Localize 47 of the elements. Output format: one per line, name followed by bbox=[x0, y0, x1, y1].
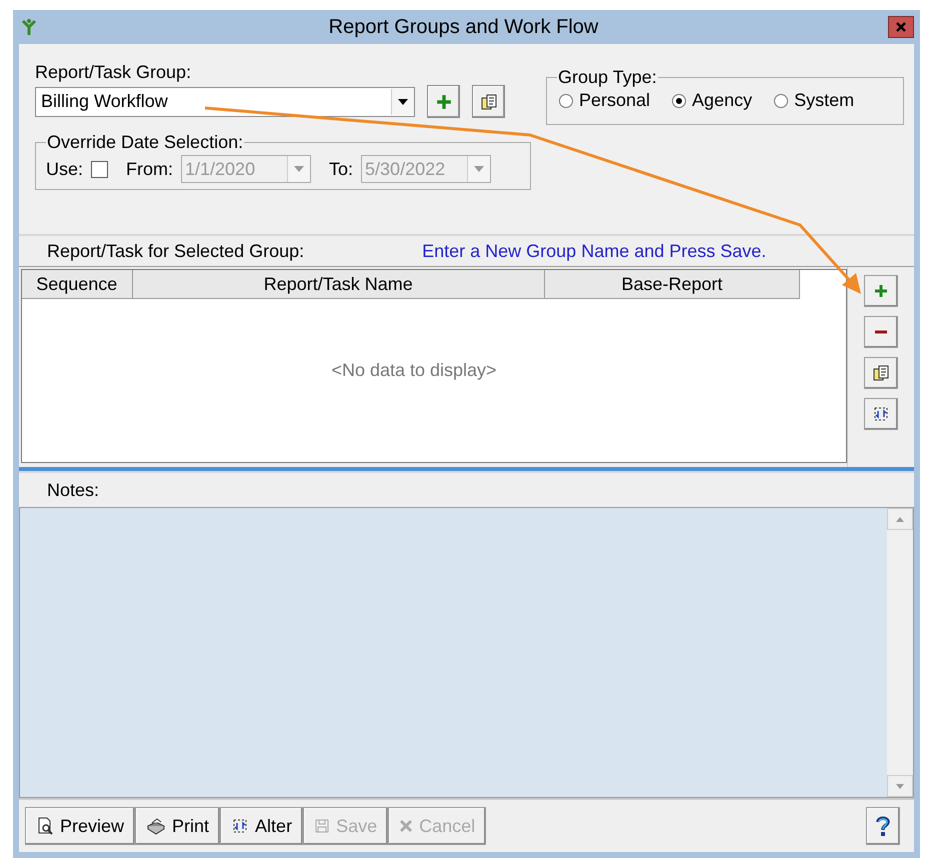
radio-option[interactable]: Agency bbox=[672, 90, 752, 111]
plus-icon bbox=[436, 94, 452, 110]
close-button[interactable] bbox=[888, 16, 914, 38]
swap-arrows-icon bbox=[872, 405, 890, 423]
dropdown-arrow-icon bbox=[474, 166, 484, 172]
group-combo-box[interactable]: Billing Workflow bbox=[35, 86, 415, 116]
copy-task-button[interactable] bbox=[864, 357, 898, 389]
question-mark-icon bbox=[875, 815, 891, 837]
use-label: Use: bbox=[46, 158, 84, 180]
print-button[interactable]: Print bbox=[135, 807, 220, 845]
to-label: To: bbox=[329, 158, 354, 180]
preview-button[interactable]: Preview bbox=[25, 807, 136, 845]
column-header[interactable]: Report/Task Name bbox=[132, 270, 545, 298]
scroll-down-icon bbox=[896, 784, 904, 788]
window-title: Report Groups and Work Flow bbox=[328, 16, 600, 38]
column-header[interactable]: Base-Report bbox=[544, 270, 800, 298]
notes-field[interactable] bbox=[19, 507, 914, 798]
dropdown-arrow-icon bbox=[398, 98, 408, 104]
section-title: Report/Task for Selected Group: bbox=[47, 240, 304, 262]
reorder-task-button[interactable] bbox=[864, 398, 898, 430]
close-icon bbox=[896, 22, 906, 32]
sprout-logo-icon bbox=[19, 17, 39, 37]
section-title: Notes: bbox=[47, 480, 100, 500]
copy-document-button[interactable] bbox=[472, 85, 505, 118]
empty-message: <No data to display> bbox=[331, 360, 497, 381]
from-label: From: bbox=[126, 158, 174, 180]
documents-icon bbox=[872, 364, 890, 382]
add-task-button[interactable] bbox=[864, 275, 898, 307]
hint-text: Enter a New Group Name and Press Save. bbox=[422, 240, 766, 262]
magnifier-page-icon bbox=[36, 817, 54, 835]
radio-option[interactable]: Personal bbox=[559, 90, 650, 111]
group-legend: Override Date Selection: bbox=[46, 132, 244, 153]
documents-icon bbox=[480, 92, 498, 110]
column-header[interactable]: Sequence bbox=[22, 270, 133, 298]
help-button[interactable] bbox=[866, 807, 900, 845]
add-button[interactable] bbox=[427, 85, 460, 118]
swap-arrows-icon bbox=[231, 817, 250, 835]
scrollbar[interactable] bbox=[887, 508, 913, 797]
field-label: Report/Task Group: bbox=[35, 62, 192, 83]
remove-task-button[interactable] bbox=[864, 316, 898, 348]
group-legend: Group Type: bbox=[557, 67, 658, 88]
plus-icon bbox=[874, 284, 888, 298]
dropdown-arrow-icon bbox=[294, 166, 304, 172]
radio-option[interactable]: System bbox=[774, 90, 854, 111]
alter-button[interactable]: Alter bbox=[220, 807, 304, 845]
scroll-up-icon bbox=[896, 516, 904, 522]
cross-icon bbox=[399, 819, 414, 833]
